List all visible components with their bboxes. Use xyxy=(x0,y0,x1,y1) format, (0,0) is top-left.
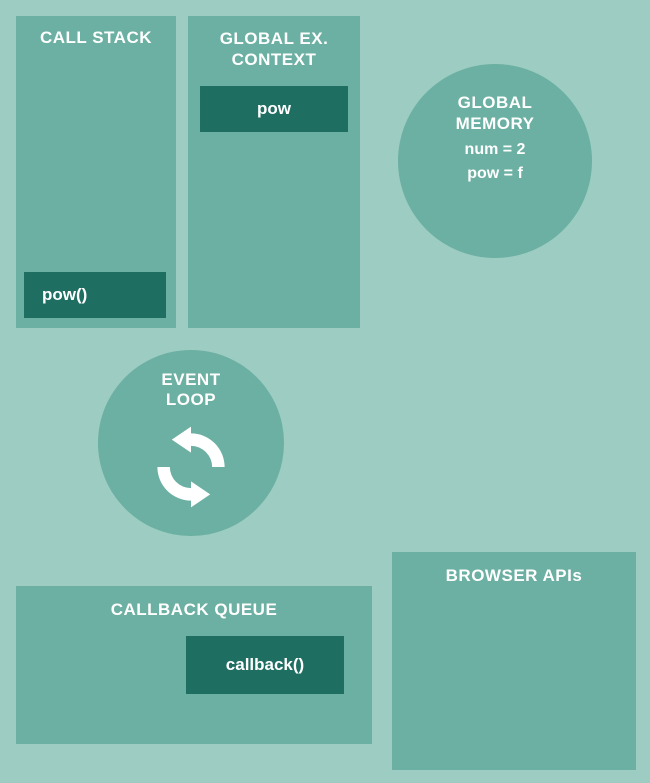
global-memory-circle: GLOBAL MEMORY num = 2 pow = f xyxy=(398,64,592,258)
global-exec-context-item: pow xyxy=(200,86,348,132)
global-memory-title-line2: MEMORY xyxy=(456,114,535,133)
call-stack-item: pow() xyxy=(24,272,166,318)
callback-queue-item: callback() xyxy=(186,636,344,694)
loop-arrows-icon xyxy=(143,419,239,515)
event-loop-title: EVENT LOOP xyxy=(161,370,220,411)
global-memory-line1: num = 2 xyxy=(465,141,526,159)
event-loop-title-line2: LOOP xyxy=(166,390,216,409)
global-exec-context-title: GLOBAL EX. CONTEXT xyxy=(188,16,360,71)
callback-queue-title: CALLBACK QUEUE xyxy=(16,586,372,620)
global-memory-line2: pow = f xyxy=(467,165,523,183)
event-loop-circle: EVENT LOOP xyxy=(98,350,284,536)
browser-apis-panel: BROWSER APIs xyxy=(392,552,636,770)
browser-apis-title: BROWSER APIs xyxy=(392,552,636,586)
gec-title-line1: GLOBAL EX. xyxy=(220,29,329,48)
global-memory-title-line1: GLOBAL xyxy=(458,93,533,112)
gec-title-line2: CONTEXT xyxy=(232,50,317,69)
global-memory-title: GLOBAL MEMORY xyxy=(456,92,535,135)
global-exec-context-panel: GLOBAL EX. CONTEXT xyxy=(188,16,360,328)
call-stack-title: CALL STACK xyxy=(16,16,176,48)
event-loop-title-line1: EVENT xyxy=(161,370,220,389)
